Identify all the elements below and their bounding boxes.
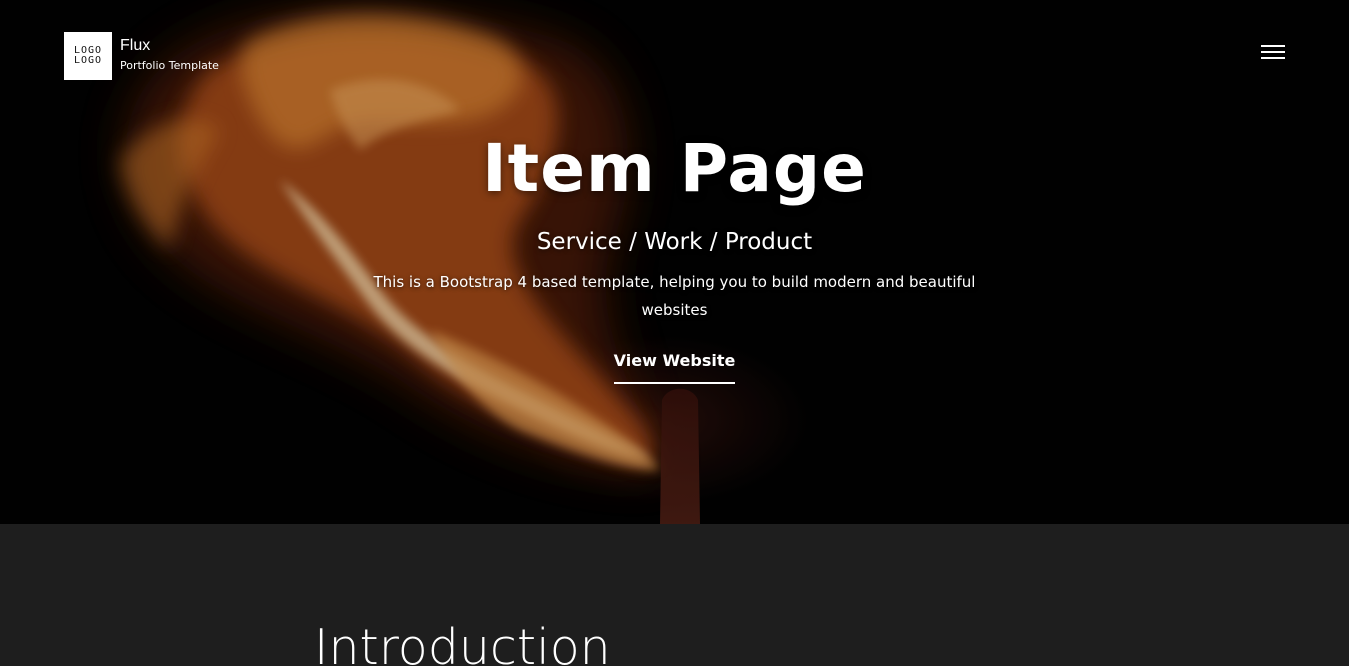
logo[interactable]: LOGO LOGO [64, 32, 112, 80]
menu-bar [1261, 57, 1285, 59]
introduction-heading: Introduction [314, 619, 611, 666]
hero-content: Item Page Service / Work / Product This … [0, 124, 1349, 384]
hero-description: This is a Bootstrap 4 based template, he… [373, 273, 976, 319]
hamburger-menu-icon[interactable] [1256, 38, 1290, 66]
introduction-section: Introduction [0, 524, 1349, 666]
menu-bar [1261, 51, 1285, 53]
menu-bar [1261, 45, 1285, 47]
hero-section: LOGO LOGO Flux Portfolio Template Item P… [0, 0, 1349, 524]
logo-text: LOGO LOGO [73, 45, 103, 66]
brand-subtitle: Portfolio Template [120, 59, 219, 72]
hero-subtitle: Service / Work / Product [536, 229, 813, 255]
brand[interactable]: LOGO LOGO Flux Portfolio Template [64, 32, 219, 80]
brand-text: Flux Portfolio Template [120, 37, 219, 73]
view-website-link[interactable]: View Website [613, 349, 736, 384]
brand-title: Flux [120, 37, 151, 54]
page-title: Item Page [482, 130, 867, 207]
